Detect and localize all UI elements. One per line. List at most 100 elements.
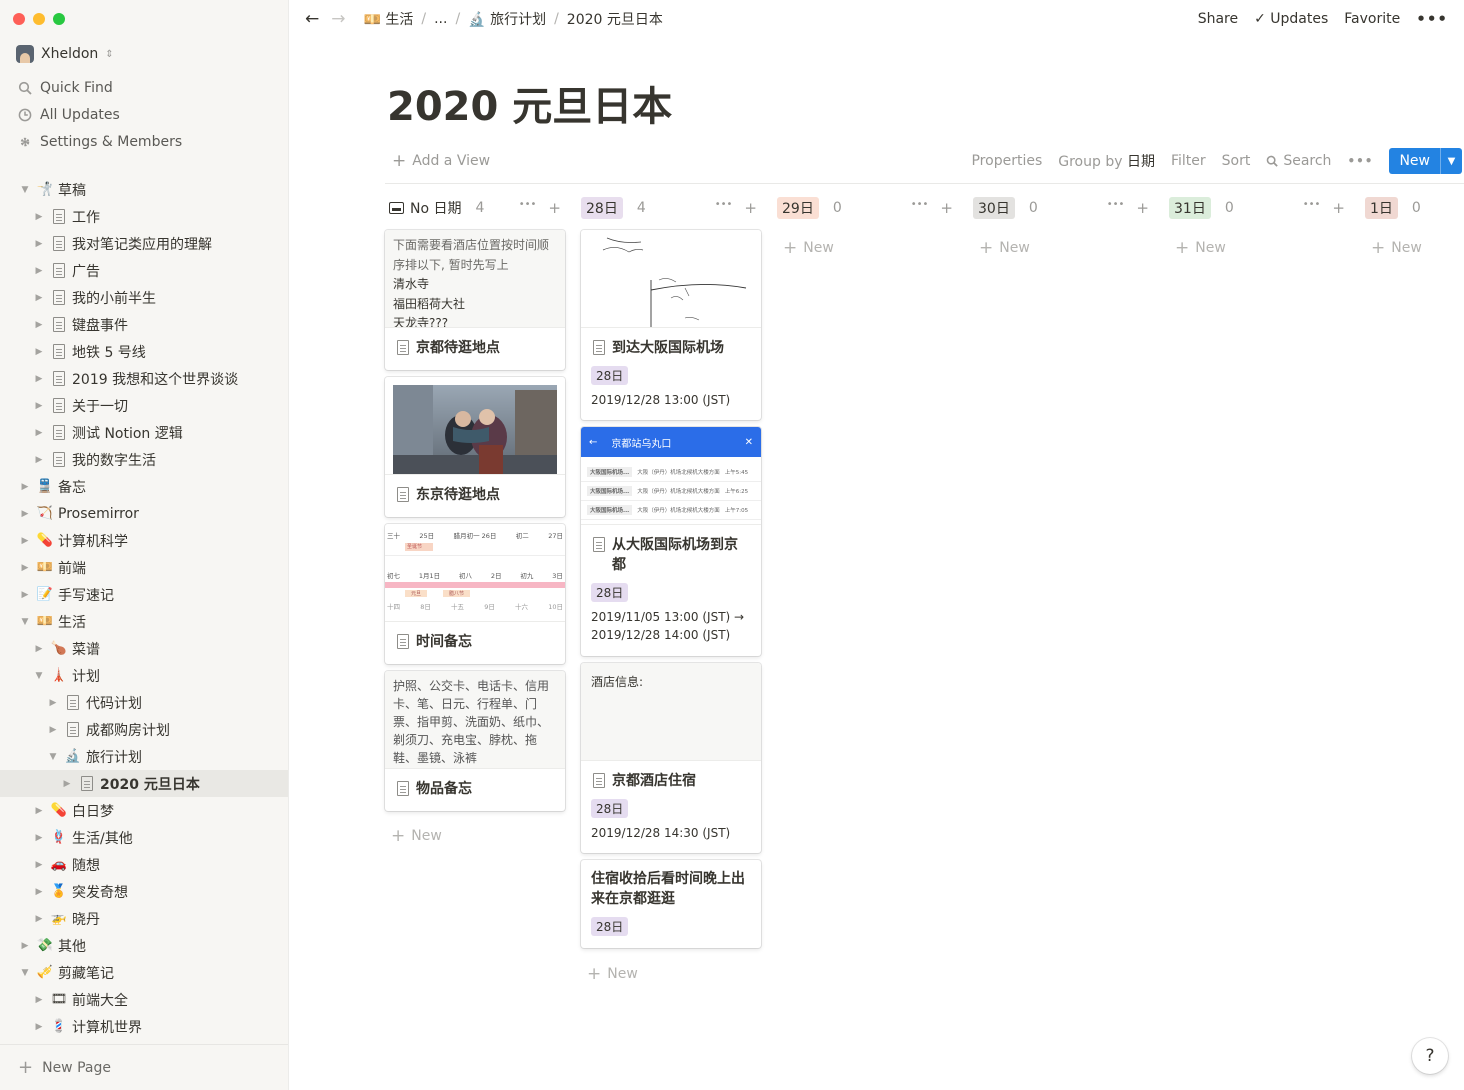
chevron-down-icon[interactable]: ▼ — [1440, 148, 1462, 174]
triangle-right-icon[interactable]: ▶ — [18, 509, 32, 519]
board-card[interactable]: 护照、公交卡、电话卡、信用卡、笔、日元、行程单、门票、指甲剪、洗面奶、纸巾、剃须… — [385, 671, 565, 811]
sidebar-item[interactable]: ▶ 2020 元旦日本 — [0, 770, 288, 797]
sidebar-item[interactable]: ▶ 💴 前端 — [0, 554, 288, 581]
add-card-button[interactable]: + New — [1371, 238, 1422, 258]
add-view-button[interactable]: + Add a View — [392, 151, 490, 171]
settings-members-button[interactable]: Settings & Members — [0, 128, 288, 155]
sidebar-item[interactable]: ▶ 成都购房计划 — [0, 716, 288, 743]
triangle-right-icon[interactable]: ▶ — [32, 239, 46, 249]
sidebar-item[interactable]: ▶ 测试 Notion 逻辑 — [0, 419, 288, 446]
add-card-button[interactable]: + New — [783, 238, 834, 258]
breadcrumb-item-life[interactable]: 💴 生活 — [364, 9, 414, 29]
triangle-right-icon[interactable]: ▶ — [32, 995, 46, 1005]
add-card-button[interactable]: + New — [1175, 238, 1226, 258]
more-options-icon[interactable]: ••• — [1303, 199, 1321, 217]
sidebar-item[interactable]: ▶ 💊 白日梦 — [0, 797, 288, 824]
board-card[interactable]: 东京待逛地点 — [385, 377, 565, 517]
triangle-right-icon[interactable]: ▶ — [32, 806, 46, 816]
triangle-right-icon[interactable]: ▶ — [32, 1022, 46, 1032]
plus-icon[interactable]: + — [744, 199, 757, 217]
more-options-icon[interactable]: ••• — [911, 199, 929, 217]
more-options-icon[interactable]: ••• — [1416, 10, 1448, 28]
board-card[interactable]: 三十 25日 腊月初一 26日 初二 27日 圣诞节 初七 1月1日 初八 2日… — [385, 524, 565, 664]
sidebar-item[interactable]: ▶ 代码计划 — [0, 689, 288, 716]
triangle-right-icon[interactable]: ▶ — [32, 374, 46, 384]
more-options-icon[interactable]: ••• — [519, 199, 537, 217]
group-by-button[interactable]: Group by 日期 — [1058, 151, 1155, 171]
maximize-window-button[interactable] — [53, 13, 65, 25]
sidebar-item[interactable]: ▶ 🚆 备忘 — [0, 473, 288, 500]
triangle-down-icon[interactable]: ▼ — [18, 185, 32, 195]
plus-icon[interactable]: + — [940, 199, 953, 217]
board-card[interactable]: 到达大阪国际机场 28日 2019/12/28 13:00 (JST) — [581, 230, 761, 420]
triangle-right-icon[interactable]: ▶ — [32, 293, 46, 303]
new-page-button[interactable]: + New Page — [0, 1044, 288, 1090]
triangle-right-icon[interactable]: ▶ — [32, 914, 46, 924]
triangle-right-icon[interactable]: ▶ — [18, 482, 32, 492]
search-button[interactable]: Search — [1266, 153, 1331, 169]
sidebar-item[interactable]: ▶ 2019 我想和这个世界谈谈 — [0, 365, 288, 392]
workspace-switcher[interactable]: Xheldon ⇕ — [16, 45, 114, 63]
properties-button[interactable]: Properties — [971, 153, 1042, 169]
sidebar-item[interactable]: ▶ 🪢 生活/其他 — [0, 824, 288, 851]
sidebar-item[interactable]: ▶ 我的数字生活 — [0, 446, 288, 473]
triangle-right-icon[interactable]: ▶ — [18, 590, 32, 600]
updates-button[interactable]: ✓ Updates — [1254, 11, 1328, 27]
help-button[interactable]: ? — [1412, 1038, 1448, 1074]
triangle-right-icon[interactable]: ▶ — [32, 212, 46, 222]
sidebar-item[interactable]: ▶ 键盘事件 — [0, 311, 288, 338]
triangle-right-icon[interactable]: ▶ — [32, 320, 46, 330]
sidebar-item[interactable]: ▶ 🏅 突发奇想 — [0, 878, 288, 905]
sidebar-item[interactable]: ▼ 🔬 旅行计划 — [0, 743, 288, 770]
board-card[interactable]: 住宿收拾后看时间晚上出来在京都逛逛 28日 — [581, 860, 761, 948]
triangle-down-icon[interactable]: ▼ — [18, 968, 32, 978]
sidebar-item[interactable]: ▼ 🗼 计划 — [0, 662, 288, 689]
page-title[interactable]: 2020 元旦日本 — [387, 74, 672, 132]
sidebar-item[interactable]: ▼ 💴 生活 — [0, 608, 288, 635]
all-updates-button[interactable]: All Updates — [0, 101, 288, 128]
add-card-button[interactable]: + New — [391, 826, 442, 846]
breadcrumb-ellipsis[interactable]: ... — [434, 11, 447, 27]
triangle-down-icon[interactable]: ▼ — [18, 617, 32, 627]
sidebar-item[interactable]: ▶ 工作 — [0, 203, 288, 230]
triangle-right-icon[interactable]: ▶ — [32, 401, 46, 411]
board-card[interactable]: ← 京都站乌丸口 ✕ 大阪国际机场... 大阪（伊丹）机场北候机大楼方面 上午5:4… — [581, 427, 761, 656]
triangle-down-icon[interactable]: ▼ — [32, 671, 46, 681]
back-arrow-icon[interactable]: ← — [305, 9, 319, 29]
plus-icon[interactable]: + — [548, 199, 561, 217]
new-button[interactable]: New ▼ — [1389, 148, 1462, 174]
sidebar-item[interactable]: ▶ 🏹 Prosemirror — [0, 500, 288, 527]
sidebar-item[interactable]: ▶ 🚗 随想 — [0, 851, 288, 878]
sidebar-item[interactable]: ▶ 💊 计算机科学 — [0, 527, 288, 554]
triangle-right-icon[interactable]: ▶ — [60, 779, 74, 789]
sidebar-item[interactable]: ▶ 我对笔记类应用的理解 — [0, 230, 288, 257]
board-card[interactable]: 酒店信息: 京都酒店住宿 28日 2019/12/28 14:30 (JST) — [581, 663, 761, 853]
favorite-button[interactable]: Favorite — [1344, 11, 1400, 27]
triangle-down-icon[interactable]: ▼ — [46, 752, 60, 762]
add-card-button[interactable]: + New — [587, 964, 638, 984]
sidebar-item[interactable]: ▶ 地铁 5 号线 — [0, 338, 288, 365]
more-options-icon[interactable]: ••• — [1107, 199, 1125, 217]
triangle-right-icon[interactable]: ▶ — [32, 428, 46, 438]
triangle-right-icon[interactable]: ▶ — [32, 644, 46, 654]
triangle-right-icon[interactable]: ▶ — [18, 941, 32, 951]
share-button[interactable]: Share — [1198, 11, 1238, 27]
sidebar-item[interactable]: ▶ 💸 其他 — [0, 932, 288, 959]
quick-find-button[interactable]: Quick Find — [0, 74, 288, 101]
more-options-icon[interactable]: ••• — [1347, 154, 1373, 168]
triangle-right-icon[interactable]: ▶ — [46, 698, 60, 708]
triangle-right-icon[interactable]: ▶ — [32, 887, 46, 897]
sidebar-item[interactable]: ▶ 🍗 菜谱 — [0, 635, 288, 662]
close-window-button[interactable] — [13, 13, 25, 25]
sidebar-item[interactable]: ▶ 💈 计算机世界 — [0, 1013, 288, 1040]
plus-icon[interactable]: + — [1332, 199, 1345, 217]
triangle-right-icon[interactable]: ▶ — [18, 536, 32, 546]
board-card[interactable]: 下面需要看酒店位置按时间顺序排以下, 暂时先写上 清水寺 福田稻荷大社 天龙寺?… — [385, 230, 565, 370]
triangle-right-icon[interactable]: ▶ — [32, 833, 46, 843]
sidebar-item[interactable]: ▼ 🎺 剪藏笔记 — [0, 959, 288, 986]
add-card-button[interactable]: + New — [979, 238, 1030, 258]
sidebar-item[interactable]: ▼ 🤺 草稿 — [0, 176, 288, 203]
filter-button[interactable]: Filter — [1171, 153, 1206, 169]
forward-arrow-icon[interactable]: → — [331, 9, 345, 29]
sidebar-item[interactable]: ▶ 广告 — [0, 257, 288, 284]
